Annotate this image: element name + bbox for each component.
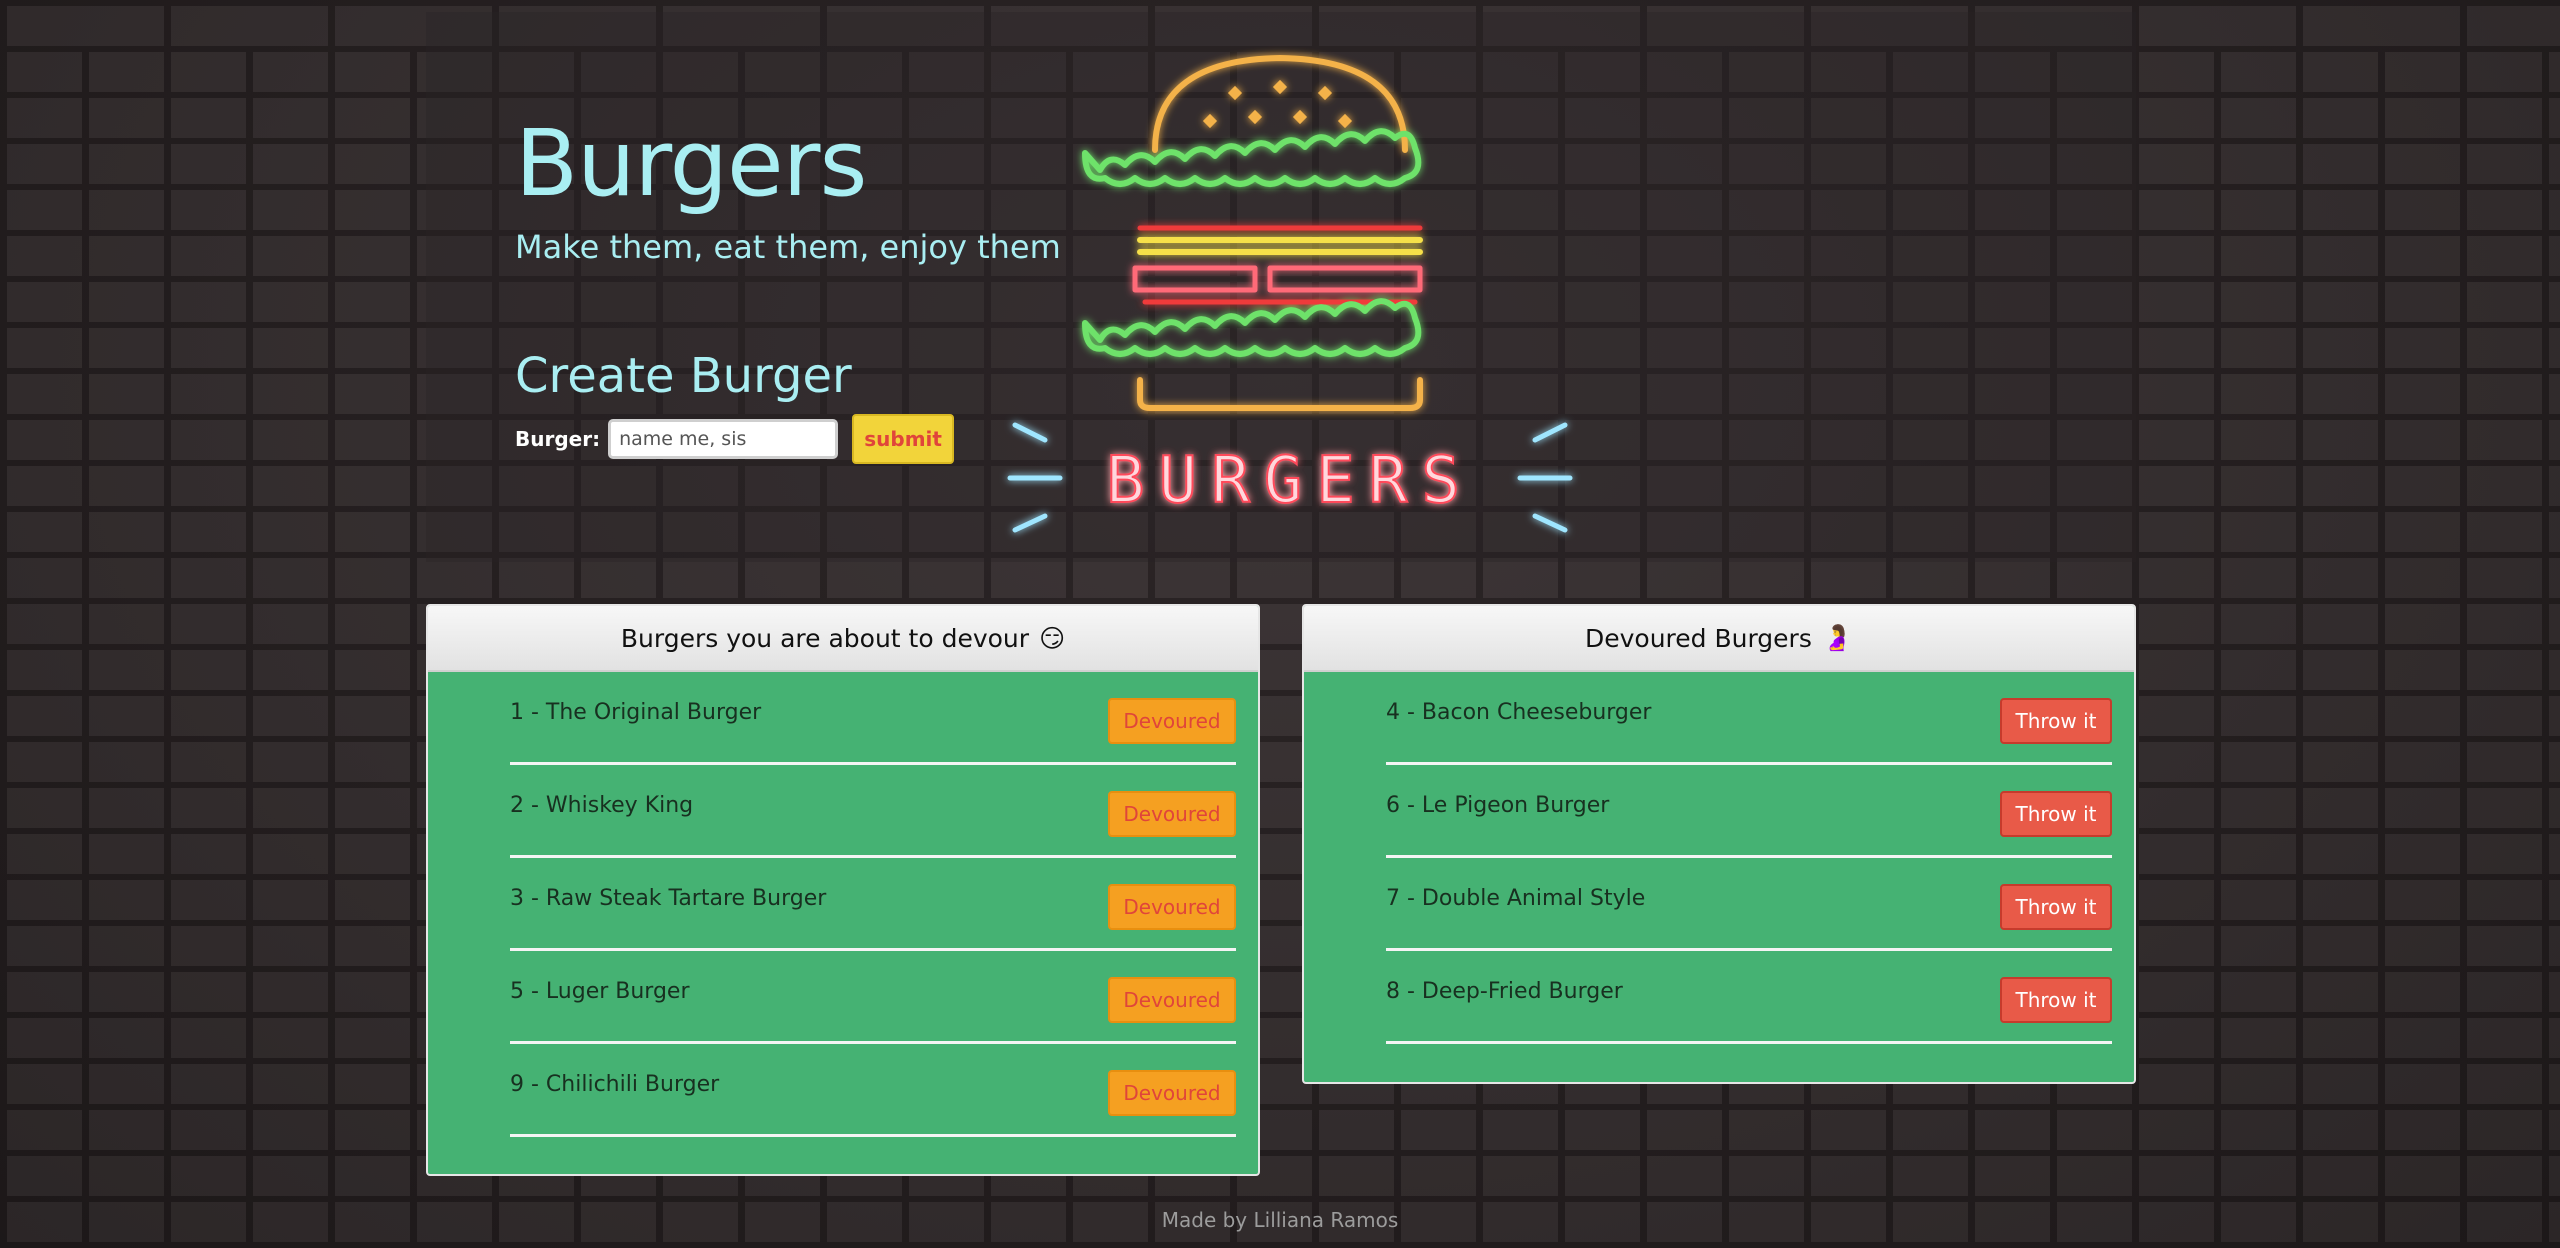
footer-credit: Made by Lilliana Ramos [1161,1208,1399,1232]
page-subtitle: Make them, eat them, enjoy them [515,228,1061,266]
burger-name: 4 - Bacon Cheeseburger [1386,700,1652,725]
throw-it-button[interactable]: Throw it [2000,698,2112,744]
burger-name: 7 - Double Animal Style [1386,886,1646,911]
list-item: 1 - The Original Burger Devoured [510,672,1236,765]
burger-name: 9 - Chilichili Burger [510,1072,720,1097]
page-title: Burgers [515,110,867,217]
burger-name: 2 - Whiskey King [510,793,694,818]
throw-it-button[interactable]: Throw it [2000,791,2112,837]
list-item: 2 - Whiskey King Devoured [510,765,1236,858]
list-item: 4 - Bacon Cheeseburger Throw it [1386,672,2112,765]
devoured-button[interactable]: Devoured [1108,698,1236,744]
neon-sign-text: BURGERS [1106,444,1474,518]
devoured-card-header: Devoured Burgers 🤰 [1304,606,2134,672]
burger-name: 1 - The Original Burger [510,700,762,725]
devoured-card: Devoured Burgers 🤰 4 - Bacon Cheeseburge… [1302,604,2136,1084]
burger-name: 8 - Deep-Fried Burger [1386,979,1623,1004]
throw-it-button[interactable]: Throw it [2000,977,2112,1023]
devour-card-header: Burgers you are about to devour 😏 [428,606,1258,672]
list-item: 3 - Raw Steak Tartare Burger Devoured [510,858,1236,951]
list-item: 6 - Le Pigeon Burger Throw it [1386,765,2112,858]
throw-it-button[interactable]: Throw it [2000,884,2112,930]
devoured-button[interactable]: Devoured [1108,884,1236,930]
list-item: 8 - Deep-Fried Burger Throw it [1386,951,2112,1044]
burger-name-input[interactable] [608,419,839,459]
list-item: 5 - Luger Burger Devoured [510,951,1236,1044]
pregnant-emoji-icon: 🤰 [1821,623,1854,652]
neon-burger-sign: BURGERS [1007,55,1573,533]
devour-card: Burgers you are about to devour 😏 1 - Th… [426,604,1260,1176]
create-burger-form: Burger: submit [515,414,955,464]
devoured-button[interactable]: Devoured [1108,1070,1236,1116]
list-item: 9 - Chilichili Burger Devoured [510,1044,1236,1137]
devour-card-title: Burgers you are about to devour [620,623,1030,653]
devoured-card-title: Devoured Burgers [1584,623,1812,653]
create-burger-heading: Create Burger [515,348,852,404]
burger-icon [1082,55,1423,411]
devoured-button[interactable]: Devoured [1108,791,1236,837]
burger-field-label: Burger: [515,427,601,451]
burger-name: 5 - Luger Burger [510,979,690,1004]
submit-button[interactable]: submit [852,414,955,464]
devoured-button[interactable]: Devoured [1108,977,1236,1023]
burger-name: 6 - Le Pigeon Burger [1386,793,1610,818]
list-item: 7 - Double Animal Style Throw it [1386,858,2112,951]
burger-name: 3 - Raw Steak Tartare Burger [510,886,827,911]
smirk-emoji-icon: 😏 [1039,623,1066,653]
